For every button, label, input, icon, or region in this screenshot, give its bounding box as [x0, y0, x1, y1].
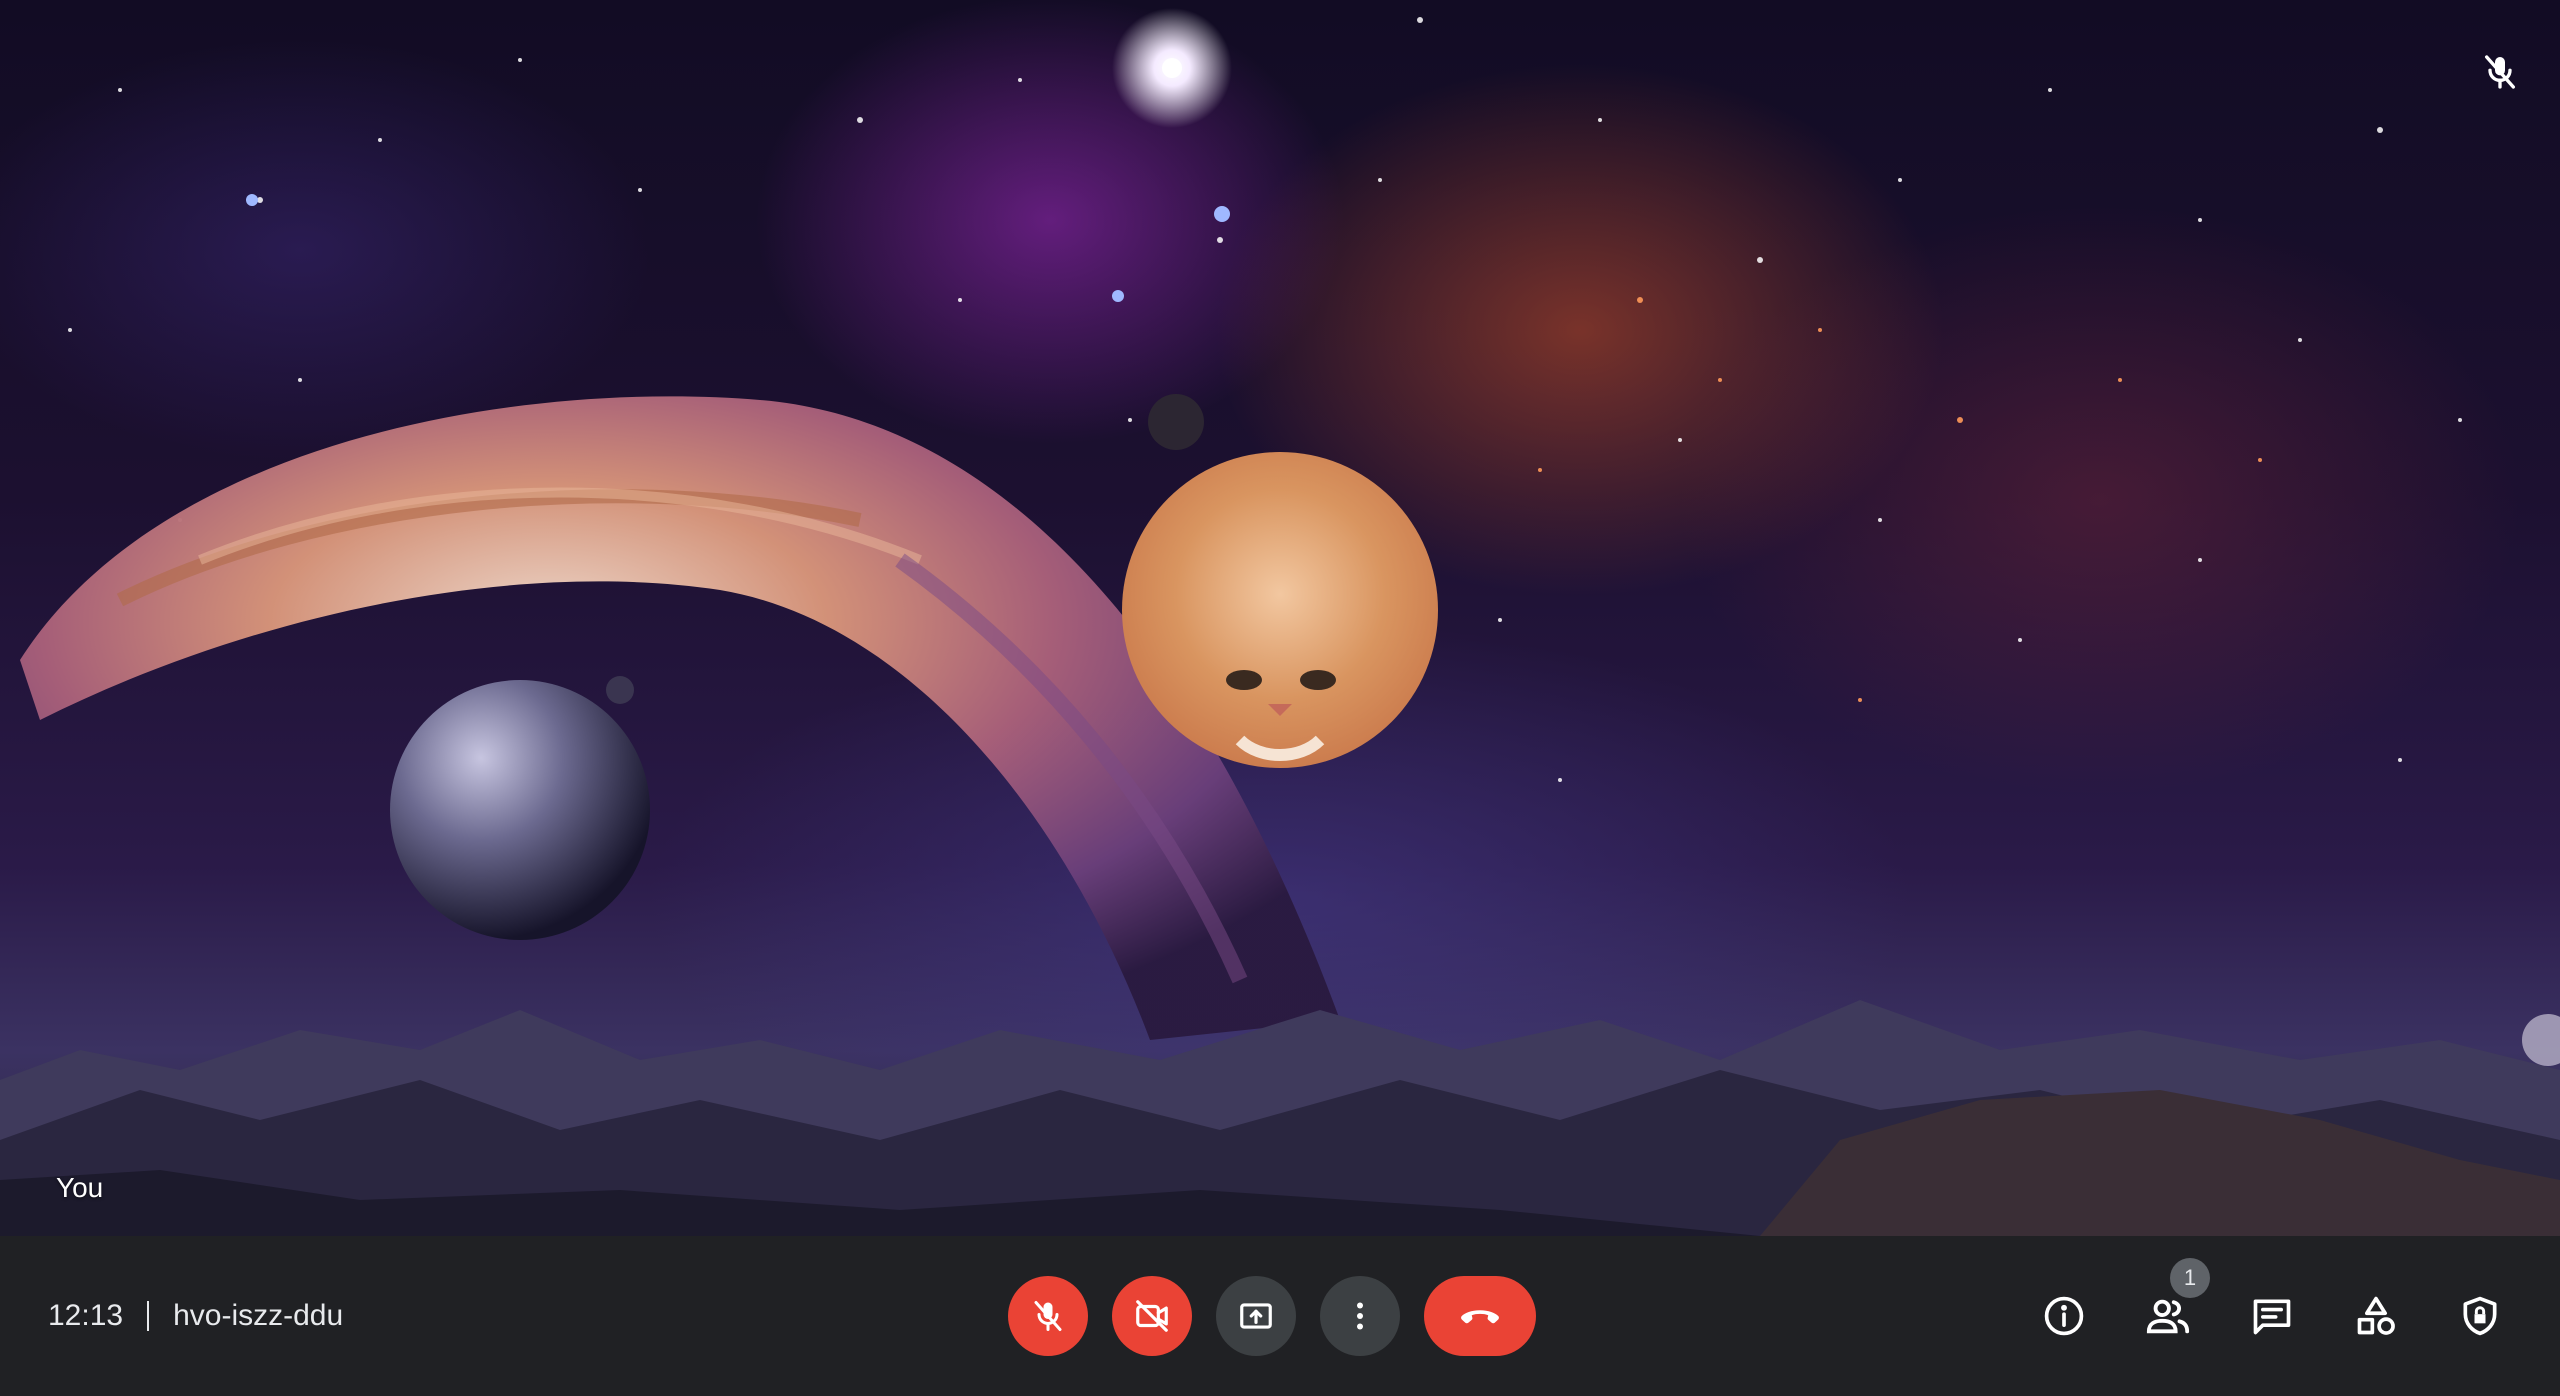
- more-options-button[interactable]: [1320, 1276, 1400, 1356]
- more-vert-icon: [1357, 1302, 1363, 1330]
- meeting-details-button[interactable]: [2040, 1292, 2088, 1340]
- present-now-button[interactable]: [1216, 1276, 1296, 1356]
- meeting-control-bar: 12:13 hvo-iszz-ddu 1: [0, 1236, 2560, 1396]
- call-end-icon: [1461, 1310, 1499, 1324]
- camera-off-icon: [1136, 1300, 1168, 1332]
- meeting-details: 12:13 hvo-iszz-ddu: [48, 1292, 343, 1340]
- side-panel-buttons: 1: [2040, 1258, 2504, 1340]
- chat-icon: [2253, 1299, 2291, 1335]
- mic-off-icon: [2480, 52, 2520, 92]
- space-background: [0, 8, 2560, 1236]
- participant-count-badge: 1: [2170, 1258, 2210, 1298]
- activities-icon: [2357, 1296, 2395, 1335]
- people-button[interactable]: 1: [2144, 1258, 2210, 1340]
- mic-off-icon: [1034, 1301, 1062, 1331]
- host-controls-button[interactable]: [2456, 1292, 2504, 1340]
- toggle-mic-button[interactable]: [1008, 1276, 1088, 1356]
- present-screen-icon: [1240, 1303, 1272, 1329]
- leave-call-button[interactable]: [1424, 1276, 1536, 1356]
- call-controls: [1008, 1276, 1536, 1356]
- meeting-time: 12:13: [48, 1299, 124, 1332]
- video-tile-self: You: [0, 0, 2560, 1236]
- info-icon: [2044, 1296, 2084, 1336]
- shield-lock-icon: [2463, 1296, 2497, 1336]
- participant-name-label: You: [56, 1172, 104, 1203]
- chat-button[interactable]: [2248, 1292, 2296, 1340]
- divider: [147, 1301, 150, 1331]
- activities-button[interactable]: [2352, 1292, 2400, 1340]
- people-icon: [2146, 1299, 2190, 1334]
- toggle-camera-button[interactable]: [1112, 1276, 1192, 1356]
- meeting-code: hvo-iszz-ddu: [173, 1299, 344, 1332]
